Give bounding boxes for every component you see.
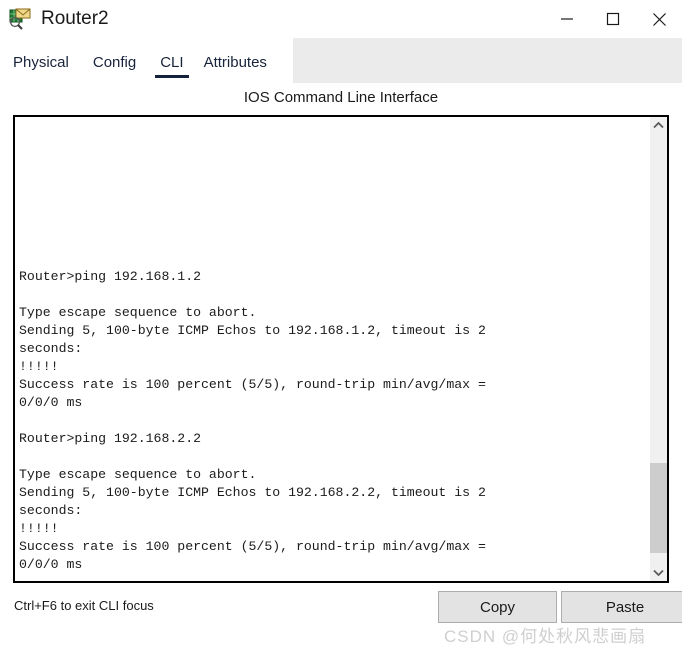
packet-tracer-device-icon [8, 7, 32, 31]
terminal-output[interactable]: Router>ping 192.168.1.2 Type escape sequ… [15, 117, 649, 581]
close-icon [652, 12, 666, 26]
terminal-text: Router>ping 192.168.1.2 Type escape sequ… [19, 269, 486, 572]
maximize-button[interactable] [590, 0, 636, 38]
terminal-top-padding [19, 156, 649, 268]
minimize-icon [561, 18, 573, 20]
paste-button[interactable]: Paste [561, 591, 682, 623]
close-button[interactable] [636, 0, 682, 38]
scrollbar-down-button[interactable] [650, 564, 667, 581]
title-bar: Router2 [0, 0, 682, 38]
tab-cli[interactable]: CLI [155, 54, 189, 78]
tab-strip: Physical Config CLI Attributes [0, 38, 293, 83]
scrollbar-up-button[interactable] [650, 117, 667, 134]
chevron-down-icon [653, 569, 664, 577]
scrollbar-thumb[interactable] [650, 463, 667, 553]
tab-attributes[interactable]: Attributes [204, 54, 267, 78]
chevron-up-icon [653, 121, 664, 129]
cli-focus-hint: Ctrl+F6 to exit CLI focus [14, 598, 154, 613]
tab-config[interactable]: Config [93, 54, 136, 78]
copy-button[interactable]: Copy [438, 591, 557, 623]
window-controls [544, 0, 682, 38]
watermark: CSDN @何处秋风悲画扇 [444, 627, 647, 646]
tab-physical[interactable]: Physical [13, 54, 69, 78]
terminal-area[interactable]: Router>ping 192.168.1.2 Type escape sequ… [13, 115, 669, 583]
panel-heading: IOS Command Line Interface [243, 89, 439, 106]
window-title: Router2 [41, 8, 109, 29]
minimize-button[interactable] [544, 0, 590, 38]
maximize-icon [606, 12, 620, 26]
terminal-scrollbar[interactable] [649, 117, 667, 581]
